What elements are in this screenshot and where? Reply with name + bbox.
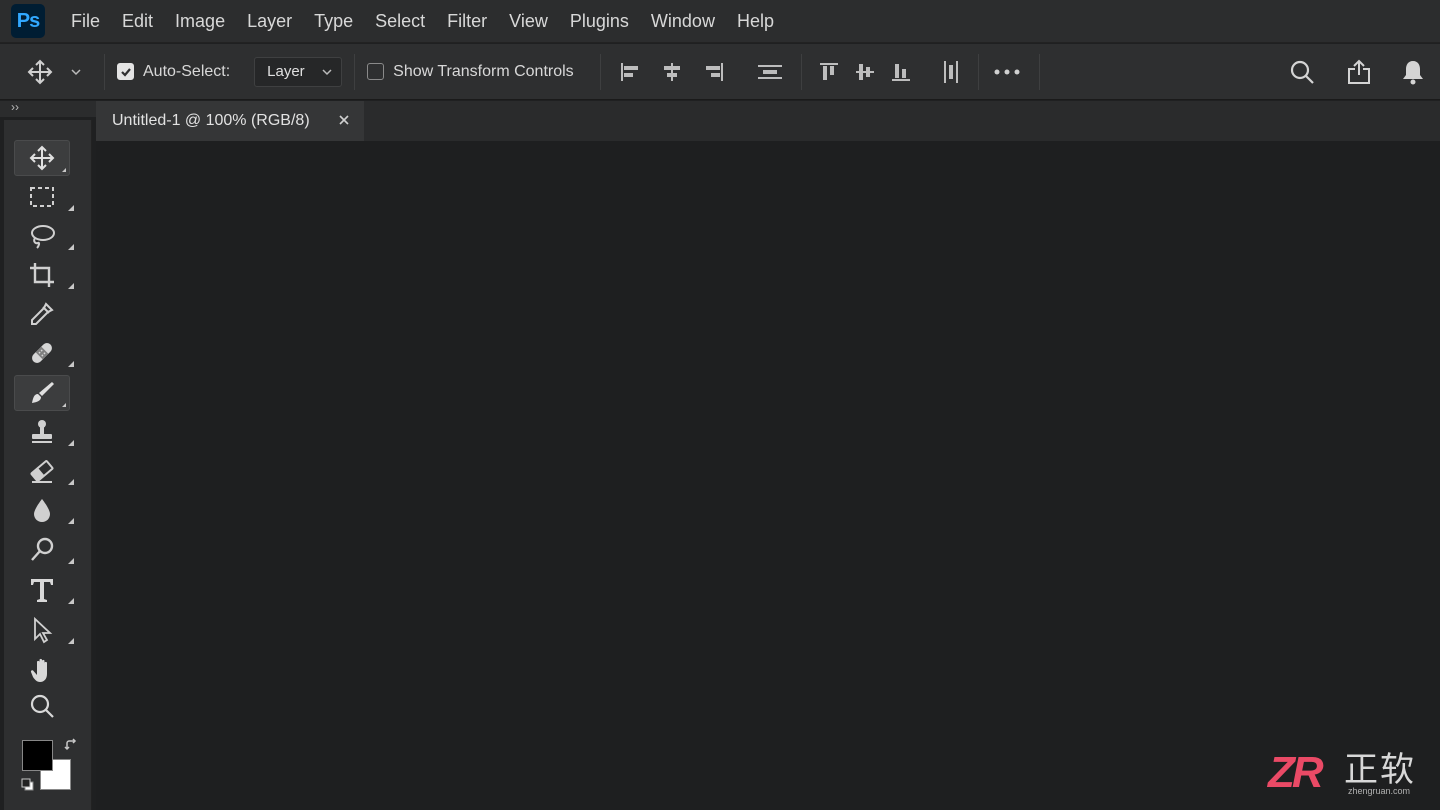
zoom-icon: [30, 694, 54, 718]
divider: [1038, 53, 1040, 90]
show-transform-checkbox[interactable]: [367, 63, 385, 80]
eyedropper-tool[interactable]: [14, 296, 70, 332]
type-tool[interactable]: [14, 572, 74, 608]
bandage-icon: [32, 343, 52, 363]
canvas-area[interactable]: [96, 141, 1440, 810]
auto-select-target-dropdown[interactable]: Layer: [254, 56, 343, 87]
watermark-url: zhengruan.com: [1348, 786, 1411, 796]
align-bottom-edges-icon[interactable]: [886, 60, 916, 84]
lasso-tool[interactable]: [14, 218, 74, 254]
chevron-down-icon: [322, 68, 332, 75]
menu-plugins[interactable]: Plugins: [559, 0, 640, 43]
eyedropper-icon: [31, 302, 54, 325]
marquee-tool[interactable]: [14, 179, 74, 215]
swap-colors-icon[interactable]: [64, 738, 78, 757]
crop-tool[interactable]: [14, 257, 74, 293]
drop-icon: [34, 499, 50, 522]
stamp-icon: [32, 420, 52, 443]
eraser-icon: [30, 460, 54, 483]
menu-image[interactable]: Image: [164, 0, 236, 43]
photoshop-window: Ps File Edit Image Layer Type Select Fil…: [0, 0, 1440, 810]
watermark-logo: ZR 正软 zhengruan.com: [1268, 748, 1428, 798]
distribute-vertical-icon[interactable]: [753, 60, 787, 84]
dodge-icon: [31, 537, 54, 561]
pointer-arrow-icon: [34, 616, 53, 644]
blur-tool[interactable]: [14, 492, 74, 528]
distribute-horizontal-icon[interactable]: [934, 59, 968, 85]
type-icon: [31, 579, 53, 602]
move-icon: [29, 145, 55, 171]
divider: [599, 53, 601, 90]
app-logo[interactable]: Ps: [11, 4, 45, 38]
lasso-icon: [31, 225, 55, 249]
brush-tool[interactable]: [14, 375, 70, 411]
marquee-icon: [30, 187, 54, 207]
foreground-color-swatch[interactable]: [22, 740, 53, 771]
options-bar: Auto-Select: Layer Show Transform Contro…: [0, 44, 1440, 100]
more-options-icon[interactable]: [991, 68, 1023, 76]
menu-view[interactable]: View: [498, 0, 559, 43]
watermark-cn: 正软: [1344, 751, 1416, 789]
search-icon[interactable]: [1287, 58, 1317, 86]
document-tab[interactable]: Untitled-1 @ 100% (RGB/8): [96, 101, 364, 141]
document-tab-title: Untitled-1 @ 100% (RGB/8): [112, 112, 310, 129]
collapse-panel-icon[interactable]: ››: [11, 100, 19, 114]
brush-icon: [32, 382, 54, 403]
hand-tool[interactable]: [14, 652, 70, 688]
menu-filter[interactable]: Filter: [436, 0, 498, 43]
auto-select-label: Auto-Select:: [143, 62, 231, 80]
zoom-tool[interactable]: [14, 688, 70, 724]
menu-type[interactable]: Type: [303, 0, 364, 43]
auto-select-checkbox[interactable]: [117, 63, 134, 80]
divider: [800, 53, 802, 90]
align-right-edges-icon[interactable]: [699, 60, 729, 84]
divider: [354, 53, 356, 90]
menu-window[interactable]: Window: [640, 0, 726, 43]
menu-edit[interactable]: Edit: [111, 0, 164, 43]
divider: [977, 53, 979, 90]
menu-layer[interactable]: Layer: [236, 0, 303, 43]
align-top-edges-icon[interactable]: [814, 60, 844, 84]
show-transform-label: Show Transform Controls: [393, 62, 574, 80]
divider: [104, 53, 105, 90]
align-vertical-centers-icon[interactable]: [850, 60, 880, 84]
document-tab-bar: Untitled-1 @ 100% (RGB/8): [96, 101, 1440, 141]
bell-icon[interactable]: [1398, 58, 1428, 86]
close-icon[interactable]: [334, 110, 354, 135]
eraser-tool[interactable]: [14, 453, 74, 489]
watermark-zr: ZR: [1268, 748, 1324, 797]
healing-brush-tool[interactable]: [14, 335, 74, 371]
tools-panel: [4, 120, 92, 810]
clone-stamp-tool[interactable]: [14, 414, 74, 450]
menu-bar: Ps File Edit Image Layer Type Select Fil…: [0, 0, 1440, 43]
crop-icon: [30, 263, 54, 287]
share-icon[interactable]: [1344, 58, 1374, 86]
chevron-down-icon[interactable]: [70, 66, 82, 78]
align-left-edges-icon[interactable]: [615, 60, 645, 84]
dodge-tool[interactable]: [14, 532, 74, 568]
menu-select[interactable]: Select: [364, 0, 436, 43]
move-tool[interactable]: [14, 140, 70, 176]
move-tool-preset-icon[interactable]: [26, 58, 54, 86]
path-selection-tool[interactable]: [14, 612, 74, 648]
menu-file[interactable]: File: [60, 0, 111, 43]
default-colors-icon[interactable]: [21, 778, 35, 797]
menu-help[interactable]: Help: [726, 0, 785, 43]
hand-icon: [30, 658, 47, 682]
align-horizontal-centers-icon[interactable]: [657, 60, 687, 84]
dropdown-value: Layer: [267, 63, 305, 80]
